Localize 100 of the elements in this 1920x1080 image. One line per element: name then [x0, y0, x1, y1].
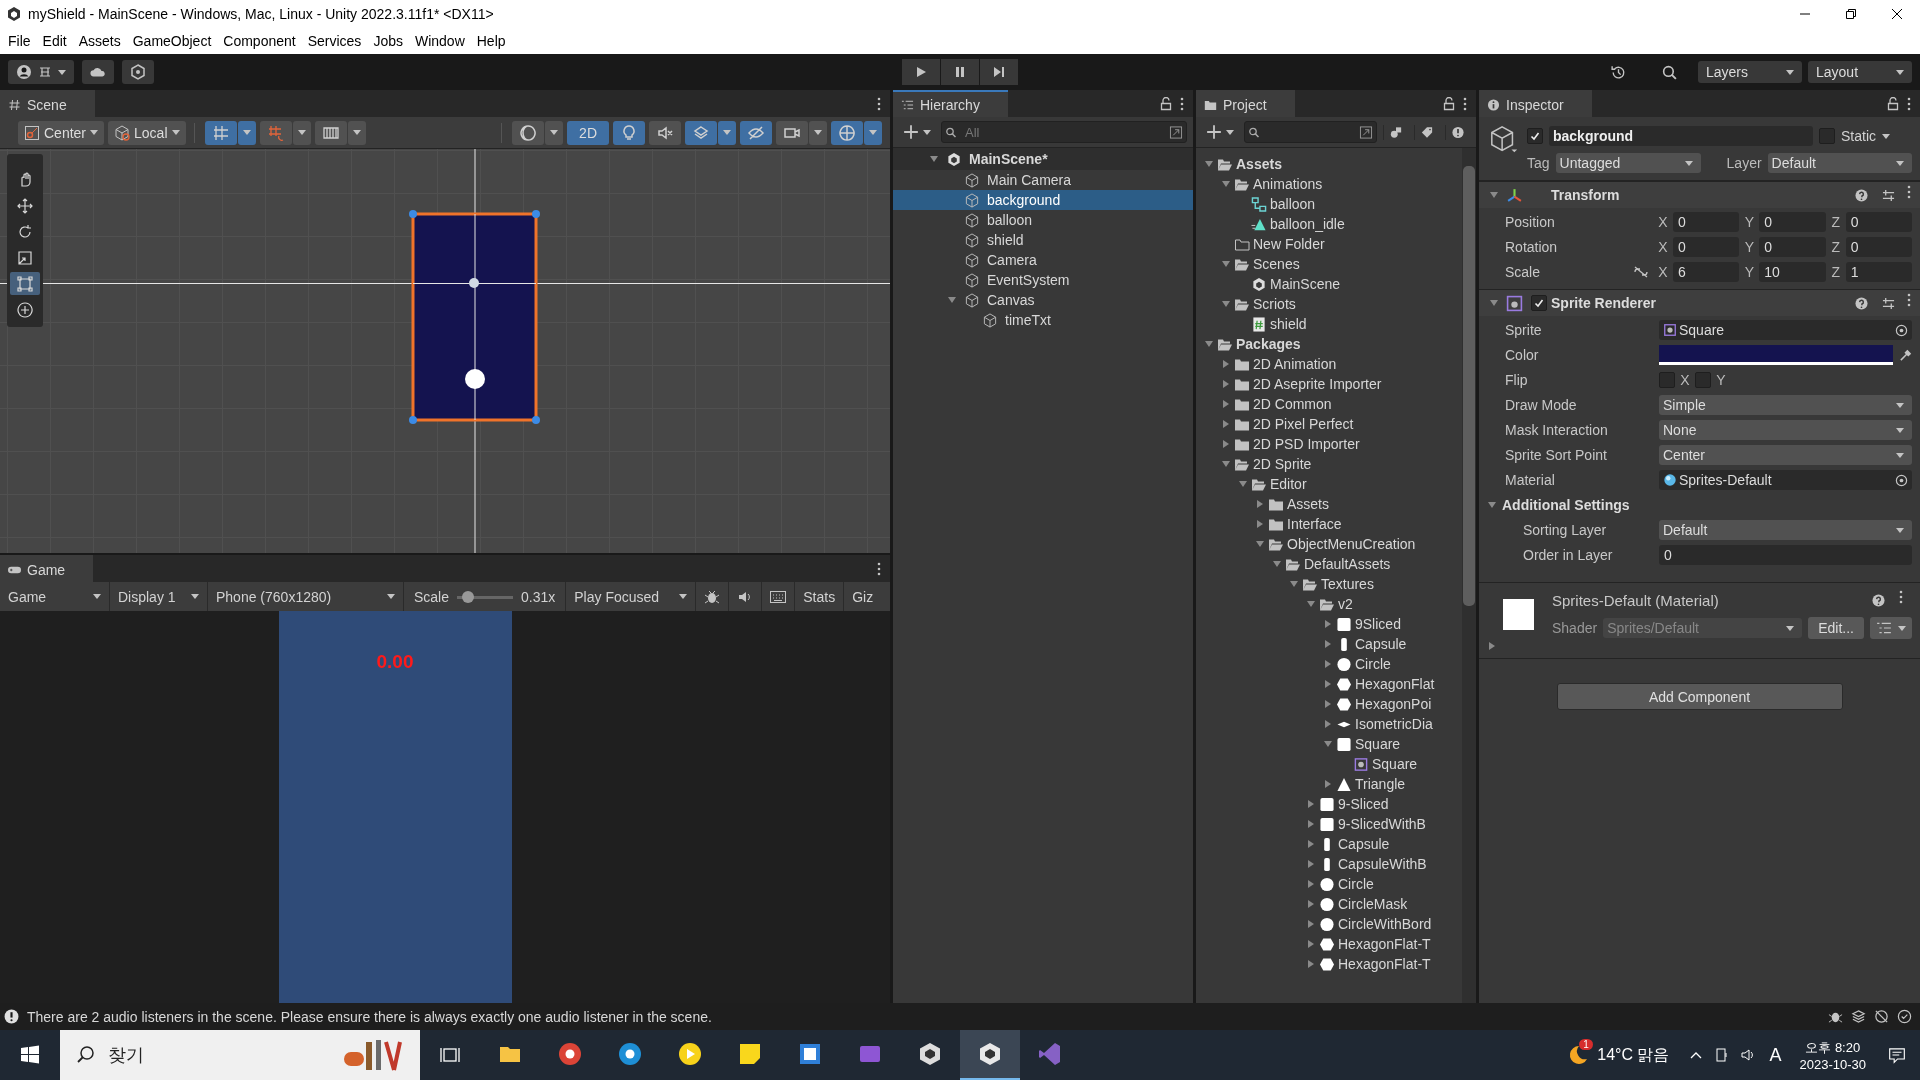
search-field[interactable]	[1244, 121, 1377, 143]
dropdown[interactable]: Simple	[1659, 395, 1912, 415]
name-field[interactable]: background	[1549, 126, 1813, 146]
expand-arrow-icon[interactable]	[1255, 499, 1265, 509]
more-options-icon[interactable]	[1463, 97, 1467, 111]
more-options-icon[interactable]	[877, 562, 881, 576]
account-button[interactable]	[8, 60, 74, 84]
expand-arrow-icon[interactable]	[1221, 179, 1231, 189]
project-tab[interactable]: Project	[1196, 90, 1295, 117]
number-field[interactable]: 1	[1845, 262, 1912, 282]
expand-arrow-icon[interactable]	[1221, 259, 1231, 269]
expand-arrow-icon[interactable]	[1221, 399, 1231, 409]
add-component-button[interactable]: Add Component	[1556, 683, 1843, 710]
scene-tab[interactable]: Scene	[0, 90, 95, 117]
object-field[interactable]: Square	[1659, 320, 1912, 340]
expand-arrow-icon[interactable]	[1238, 479, 1248, 489]
project-item[interactable]: Scriots	[1234, 296, 1296, 312]
expand-arrow-icon[interactable]	[1306, 919, 1316, 929]
menu-item[interactable]: GameObject	[126, 32, 218, 49]
search-icon[interactable]	[1661, 63, 1678, 81]
layer-dropdown[interactable]: Default	[1767, 153, 1912, 173]
expand-arrow-icon[interactable]	[1323, 639, 1333, 649]
expand-window-icon[interactable]	[1359, 125, 1373, 139]
taskbar-app-button[interactable]	[960, 1030, 1020, 1080]
hierarchy-item[interactable]: background	[893, 190, 1193, 210]
project-item[interactable]: v2	[1319, 596, 1353, 612]
expand-arrow-icon[interactable]	[1306, 959, 1316, 969]
list-button[interactable]	[1870, 617, 1912, 639]
eyedropper-icon[interactable]	[1899, 348, 1912, 362]
expand-arrow-icon[interactable]	[1306, 599, 1316, 609]
hierarchy-item[interactable]: EventSystem	[893, 270, 1193, 290]
number-field[interactable]: 0	[1673, 212, 1740, 232]
toggle-button[interactable]	[613, 120, 645, 145]
unlinked-chain-icon[interactable]	[1633, 266, 1649, 278]
project-item[interactable]: Square	[1336, 736, 1401, 752]
project-item[interactable]: New Folder	[1234, 236, 1325, 252]
expand-arrow-icon[interactable]	[1306, 939, 1316, 949]
inspector-tab[interactable]: Inspector	[1479, 90, 1592, 117]
tag-dropdown[interactable]: Untagged	[1555, 153, 1701, 173]
project-item[interactable]: Editor	[1251, 476, 1307, 492]
input-method-indicator[interactable]: A	[1769, 1044, 1782, 1066]
project-item[interactable]: Animations	[1234, 176, 1323, 192]
toggle-button[interactable]	[740, 120, 772, 145]
expand-arrow-icon[interactable]	[1323, 699, 1333, 709]
expand-arrow-icon[interactable]	[1489, 298, 1499, 308]
check-circle-icon[interactable]	[1897, 1009, 1912, 1024]
project-item[interactable]: Capsule	[1319, 836, 1390, 852]
number-field[interactable]: 0	[1845, 212, 1912, 232]
number-field[interactable]: 0	[1659, 545, 1912, 565]
circle-sprite[interactable]	[465, 369, 485, 389]
layout-dropdown[interactable]: Layout	[1808, 61, 1912, 83]
project-item[interactable]: IsometricDia	[1336, 716, 1433, 732]
project-item[interactable]: Textures	[1302, 576, 1374, 592]
expand-arrow-icon[interactable]	[1272, 559, 1282, 569]
project-item[interactable]: MainScene	[1251, 276, 1341, 292]
project-item[interactable]: Interface	[1268, 516, 1342, 532]
hierarchy-item[interactable]: Main Camera	[893, 170, 1193, 190]
search-input[interactable]: All	[963, 123, 1165, 141]
object-field[interactable]: Sprites-Default	[1659, 470, 1912, 490]
dropdown-button[interactable]	[809, 120, 827, 145]
number-field[interactable]: 0	[1759, 237, 1826, 257]
dropdown-button[interactable]	[292, 120, 311, 145]
2d-mode-button[interactable]: 2D	[567, 120, 609, 145]
more-options-icon[interactable]	[877, 97, 881, 111]
toggle-button[interactable]	[314, 120, 347, 145]
layers-dropdown[interactable]: Layers	[1698, 61, 1802, 83]
target-icon[interactable]	[1895, 323, 1908, 337]
project-item[interactable]: 2D Pixel Perfect	[1234, 416, 1354, 432]
number-field[interactable]: 0	[1759, 212, 1826, 232]
project-item[interactable]: 2D Sprite	[1234, 456, 1312, 472]
project-item[interactable]: CapsuleWithB	[1319, 856, 1427, 872]
project-item[interactable]: Square	[1353, 756, 1418, 772]
more-options-icon[interactable]	[1180, 97, 1184, 111]
project-item[interactable]: 9-SlicedWithB	[1319, 816, 1426, 832]
expand-arrow-icon[interactable]	[1323, 659, 1333, 669]
menu-item[interactable]: Services	[301, 32, 368, 49]
toggle-button[interactable]	[649, 120, 681, 145]
clock[interactable]: 오후 8:20 2023-10-30	[1799, 1038, 1866, 1072]
dropdown-button[interactable]	[347, 120, 366, 145]
expand-arrow-icon[interactable]	[1323, 719, 1333, 729]
hierarchy-item[interactable]: Camera	[893, 250, 1193, 270]
space-button[interactable]: Local	[108, 120, 186, 145]
target-icon[interactable]	[1895, 473, 1908, 487]
project-item[interactable]: balloon_idle	[1251, 216, 1345, 232]
expand-arrow-icon[interactable]	[1306, 879, 1316, 889]
hierarchy-item[interactable]: balloon	[893, 210, 1193, 230]
expand-arrow-icon[interactable]	[1323, 739, 1333, 749]
expand-arrow-icon[interactable]	[1204, 159, 1214, 169]
project-item[interactable]: HexagonFlat-T	[1319, 956, 1431, 972]
project-item[interactable]: Assets	[1217, 156, 1282, 172]
color-swatch[interactable]	[1659, 345, 1893, 365]
gizmos-button[interactable]: Giz	[844, 582, 878, 611]
step-button[interactable]	[980, 59, 1018, 85]
taskbar-search-field[interactable]: 찾기	[60, 1030, 420, 1080]
hierarchy-item[interactable]: MainScene*	[893, 148, 1193, 170]
menu-item[interactable]: Component	[217, 32, 302, 49]
project-item[interactable]: HexagonFlat-T	[1319, 936, 1431, 952]
edit-button[interactable]: Edit...	[1808, 617, 1864, 639]
expand-arrow-icon[interactable]	[929, 154, 939, 164]
notification-icon[interactable]	[1888, 1046, 1906, 1064]
